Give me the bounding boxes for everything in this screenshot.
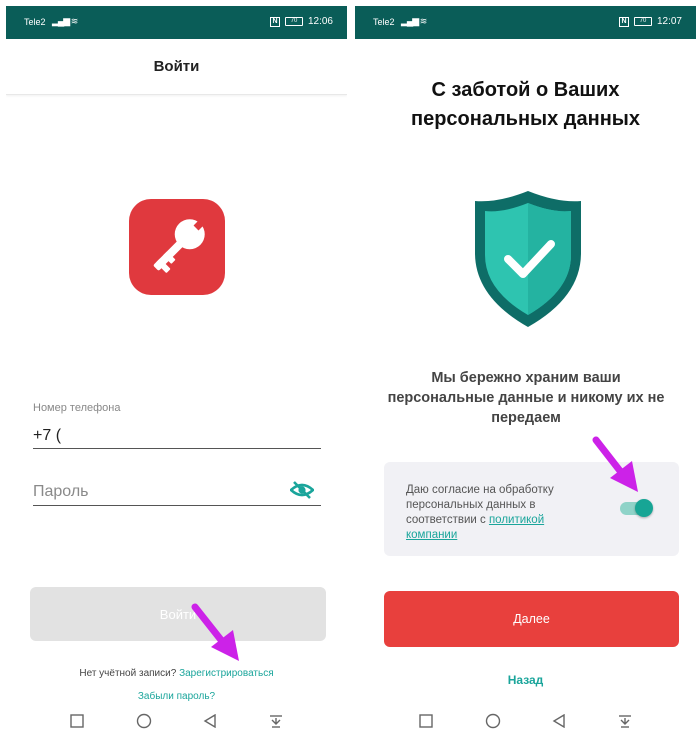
login-button[interactable]: Войти bbox=[30, 587, 326, 641]
battery-level: 70 bbox=[639, 18, 647, 24]
status-time: 12:06 bbox=[307, 16, 333, 27]
next-button[interactable]: Далее bbox=[384, 591, 679, 647]
battery-icon: 70 bbox=[284, 17, 303, 26]
toggle-thumb bbox=[635, 499, 653, 517]
notifications-nav-icon[interactable] bbox=[269, 714, 283, 728]
signal-icon: ▂▄▆ ≋ bbox=[52, 16, 78, 26]
pointer-arrow-icon bbox=[191, 603, 239, 661]
status-bar: Tele2 ▂▄▆ ≋ N 70 12:07 bbox=[355, 6, 696, 39]
no-account-text: Нет учётной записи? bbox=[79, 668, 177, 679]
subtitle-text: Мы бережно храним ваши персональные данн… bbox=[387, 370, 665, 426]
nfc-icon: N bbox=[618, 16, 629, 27]
consent-screen: Tele2 ▂▄▆ ≋ N 70 12:07 С заботой о Ваших… bbox=[355, 6, 696, 737]
back-nav-icon[interactable] bbox=[203, 714, 217, 728]
app-logo bbox=[129, 199, 225, 295]
forgot-password-link[interactable]: Забыли пароль? bbox=[6, 691, 347, 702]
page-title: С заботой о Ваших персональных данных bbox=[411, 79, 640, 130]
phone-label: Номер телефона bbox=[33, 402, 121, 414]
signal-icon: ▂▄▆ ≋ bbox=[401, 16, 427, 26]
password-input[interactable] bbox=[33, 478, 321, 506]
page-title: Войти bbox=[153, 58, 200, 75]
consent-text: Даю согласие на обработку персональных д… bbox=[406, 483, 591, 543]
carrier-label: Tele2 bbox=[373, 17, 395, 27]
square-nav-icon[interactable] bbox=[70, 714, 84, 728]
login-screen: Tele2 ▂▄▆ ≋ N 70 12:06 Войти Номер телеф… bbox=[6, 6, 347, 737]
key-icon bbox=[153, 219, 205, 273]
notifications-nav-icon[interactable] bbox=[618, 714, 632, 728]
battery-icon: 70 bbox=[633, 17, 652, 26]
status-right: N 70 12:07 bbox=[618, 16, 682, 27]
consent-toggle[interactable] bbox=[620, 499, 653, 517]
carrier-label: Tele2 bbox=[24, 17, 46, 27]
pointer-arrow-icon bbox=[592, 436, 638, 492]
nfc-icon: N bbox=[269, 16, 280, 27]
home-nav-icon[interactable] bbox=[136, 713, 152, 729]
battery-level: 70 bbox=[290, 18, 298, 24]
system-navbar bbox=[355, 705, 696, 737]
register-row: Нет учётной записи? Зарегистрироваться bbox=[6, 668, 347, 679]
register-link[interactable]: Зарегистрироваться bbox=[179, 668, 274, 679]
back-link[interactable]: Назад bbox=[355, 673, 696, 687]
status-bar: Tele2 ▂▄▆ ≋ N 70 12:06 bbox=[6, 6, 347, 39]
status-time: 12:07 bbox=[656, 16, 682, 27]
eye-off-icon[interactable] bbox=[290, 480, 314, 500]
system-navbar bbox=[6, 705, 347, 737]
status-right: N 70 12:06 bbox=[269, 16, 333, 27]
phone-input[interactable] bbox=[33, 423, 321, 449]
app-bar: Войти bbox=[6, 39, 347, 95]
square-nav-icon[interactable] bbox=[419, 714, 433, 728]
home-nav-icon[interactable] bbox=[485, 713, 501, 729]
back-nav-icon[interactable] bbox=[552, 714, 566, 728]
shield-check-icon bbox=[475, 191, 581, 327]
